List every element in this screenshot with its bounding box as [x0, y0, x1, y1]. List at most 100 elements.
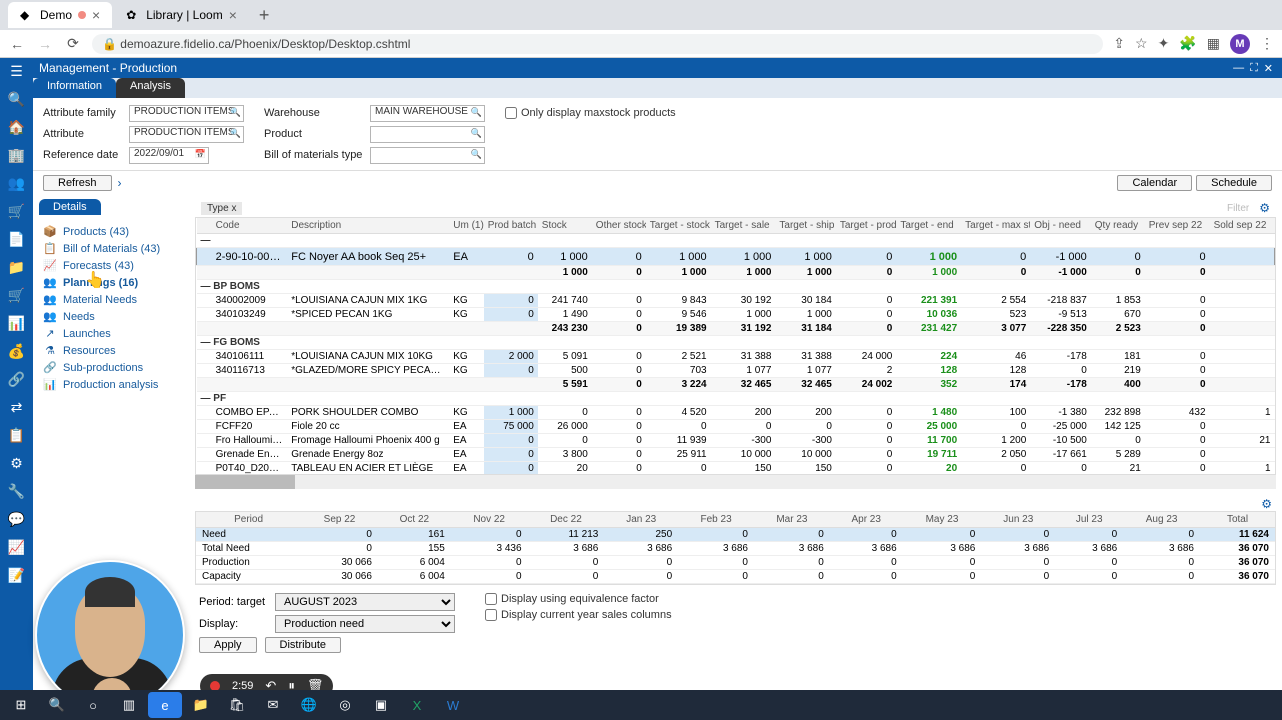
- tree-item-1[interactable]: 📋Bill of Materials (43): [39, 240, 189, 257]
- browser-tab-loom[interactable]: ✿ Library | Loom ×: [114, 2, 249, 28]
- equiv-checkbox[interactable]: [485, 593, 497, 605]
- bom-type-input[interactable]: [370, 147, 485, 164]
- col-header[interactable]: Other stock: [592, 218, 646, 234]
- filter-placeholder[interactable]: Filter: [1227, 203, 1259, 214]
- back-icon[interactable]: ←: [8, 36, 26, 52]
- display-select[interactable]: Production need: [275, 615, 455, 633]
- home-icon[interactable]: 🏠: [8, 118, 26, 136]
- period-row[interactable]: Total Need01553 4363 6863 6863 6863 6863…: [196, 542, 1275, 556]
- refresh-button[interactable]: Refresh: [43, 175, 112, 191]
- table-row[interactable]: —: [197, 234, 1275, 248]
- period-row[interactable]: Capacity30 0666 004000000000036 070: [196, 570, 1275, 584]
- puzzle-icon[interactable]: 🧩: [1179, 35, 1196, 52]
- schedule-button[interactable]: Schedule: [1196, 175, 1272, 191]
- minimize-icon[interactable]: —: [1230, 62, 1247, 74]
- maxstock-checkbox[interactable]: [505, 107, 517, 119]
- col-header[interactable]: Sold sep 22: [1210, 218, 1275, 234]
- period-col[interactable]: Jun 23: [981, 512, 1055, 528]
- tab-information[interactable]: Information: [33, 78, 116, 98]
- people-icon[interactable]: 👥: [8, 174, 26, 192]
- table-row[interactable]: COMBO EPAULEPORK SHOULDER COMBOKG1 00000…: [197, 406, 1275, 420]
- table-row[interactable]: — FG BOMS: [197, 336, 1275, 350]
- loom-camera[interactable]: [35, 560, 185, 710]
- tab-analysis[interactable]: Analysis: [116, 78, 185, 98]
- gear-icon[interactable]: ⚙: [1261, 497, 1272, 511]
- reload-icon[interactable]: ⟳: [64, 35, 82, 52]
- period-col[interactable]: Total: [1200, 512, 1275, 528]
- table-row[interactable]: 340103249*SPICED PECAN 1KGKG01 49009 546…: [197, 308, 1275, 322]
- table-row[interactable]: — BP BOMS: [197, 280, 1275, 294]
- tree-item-6[interactable]: ↗Launches: [39, 325, 189, 342]
- tree-item-8[interactable]: 🔗Sub-productions: [39, 359, 189, 376]
- mail-icon[interactable]: ✉: [256, 692, 290, 718]
- wrench-icon[interactable]: 🔧: [8, 482, 26, 500]
- period-col[interactable]: Dec 22: [528, 512, 605, 528]
- period-row[interactable]: Need0161011 213250000000011 624: [196, 528, 1275, 542]
- col-header[interactable]: Target - sale: [711, 218, 776, 234]
- chevron-right-icon[interactable]: ›: [118, 176, 122, 190]
- building-icon[interactable]: 🏢: [8, 146, 26, 164]
- extension2-icon[interactable]: ▦: [1207, 35, 1220, 52]
- taskview-icon[interactable]: ▥: [112, 692, 146, 718]
- store-icon[interactable]: 🛍: [220, 692, 254, 718]
- warehouse-input[interactable]: MAIN WAREHOUSE: [370, 105, 485, 122]
- close-icon[interactable]: ✕: [1261, 62, 1276, 75]
- col-header[interactable]: Code: [212, 218, 288, 234]
- col-header[interactable]: Qty ready: [1091, 218, 1145, 234]
- clipboard-icon[interactable]: 📋: [8, 426, 26, 444]
- cart-icon[interactable]: 🛒: [8, 202, 26, 220]
- product-input[interactable]: [370, 126, 485, 143]
- browser-tab-demo[interactable]: ◆ Demo ×: [8, 2, 112, 28]
- table-row[interactable]: 2-90-10-00-03FC Noyer AA book Seq 25+EA0…: [197, 248, 1275, 266]
- cortana-icon[interactable]: ○: [76, 692, 110, 718]
- period-col[interactable]: Feb 23: [678, 512, 754, 528]
- explorer-icon[interactable]: 📁: [184, 692, 218, 718]
- file-icon[interactable]: 📁: [8, 258, 26, 276]
- period-col[interactable]: Jan 23: [604, 512, 678, 528]
- attribute-input[interactable]: PRODUCTION ITEMS: [129, 126, 244, 143]
- calendar-button[interactable]: Calendar: [1117, 175, 1192, 191]
- extension-icon[interactable]: ✦: [1158, 35, 1170, 52]
- col-header[interactable]: Target - ship: [775, 218, 835, 234]
- money-icon[interactable]: 💰: [8, 342, 26, 360]
- period-col[interactable]: Apr 23: [830, 512, 903, 528]
- col-header[interactable]: Description: [287, 218, 449, 234]
- period-target-select[interactable]: AUGUST 2023: [275, 593, 455, 611]
- edge-icon[interactable]: e: [148, 692, 182, 718]
- distribute-button[interactable]: Distribute: [265, 637, 341, 653]
- period-row[interactable]: Production30 0666 004000000000036 070: [196, 556, 1275, 570]
- col-header[interactable]: Target - stock e: [646, 218, 711, 234]
- note-icon[interactable]: 📝: [8, 566, 26, 584]
- menu-icon[interactable]: ⋮: [1260, 35, 1274, 52]
- type-filter-tag[interactable]: Type x: [201, 202, 242, 215]
- period-col[interactable]: Oct 22: [378, 512, 451, 528]
- table-row[interactable]: Grenade Energy 8ozGrenade Energy 8ozEA03…: [197, 448, 1275, 462]
- table-row[interactable]: — PF: [197, 392, 1275, 406]
- col-header[interactable]: Um (1): [449, 218, 484, 234]
- search-icon[interactable]: 🔍: [8, 90, 26, 108]
- details-tab[interactable]: Details: [39, 199, 101, 215]
- table-row[interactable]: 340116713*GLAZED/MORE SPICY PECAN HALVES…: [197, 364, 1275, 378]
- chrome-icon[interactable]: 🌐: [292, 692, 326, 718]
- col-header[interactable]: Prod batch: [484, 218, 538, 234]
- gear-icon[interactable]: ⚙: [1259, 201, 1270, 215]
- excel-icon[interactable]: X: [400, 692, 434, 718]
- period-grid-scroll[interactable]: PeriodSep 22Oct 22Nov 22Dec 22Jan 23Feb …: [195, 511, 1276, 585]
- tree-item-4[interactable]: 👥Material Needs: [39, 291, 189, 308]
- table-row[interactable]: FCFF20Fiole 20 ccEA75 00026 0000000025 0…: [197, 420, 1275, 434]
- period-col[interactable]: Nov 22: [451, 512, 528, 528]
- col-header[interactable]: Target - max st: [961, 218, 1030, 234]
- chat-icon[interactable]: 💬: [8, 510, 26, 528]
- forward-icon[interactable]: →: [36, 36, 54, 52]
- tree-item-2[interactable]: 📈Forecasts (43): [39, 257, 189, 274]
- profile-avatar[interactable]: M: [1230, 34, 1250, 54]
- gear-icon[interactable]: ⚙: [8, 454, 26, 472]
- link-icon[interactable]: 🔗: [8, 370, 26, 388]
- star-icon[interactable]: ☆: [1135, 35, 1148, 52]
- menu-icon[interactable]: ☰: [8, 62, 26, 80]
- col-header[interactable]: Target - prod: [836, 218, 896, 234]
- ref-date-input[interactable]: 2022/09/01: [129, 147, 209, 164]
- table-row[interactable]: P0T40_D20_L40_D20TABLEAU EN ACIER ET LIÈ…: [197, 462, 1275, 476]
- tree-item-9[interactable]: 📊Production analysis: [39, 376, 189, 393]
- col-header[interactable]: [197, 218, 212, 234]
